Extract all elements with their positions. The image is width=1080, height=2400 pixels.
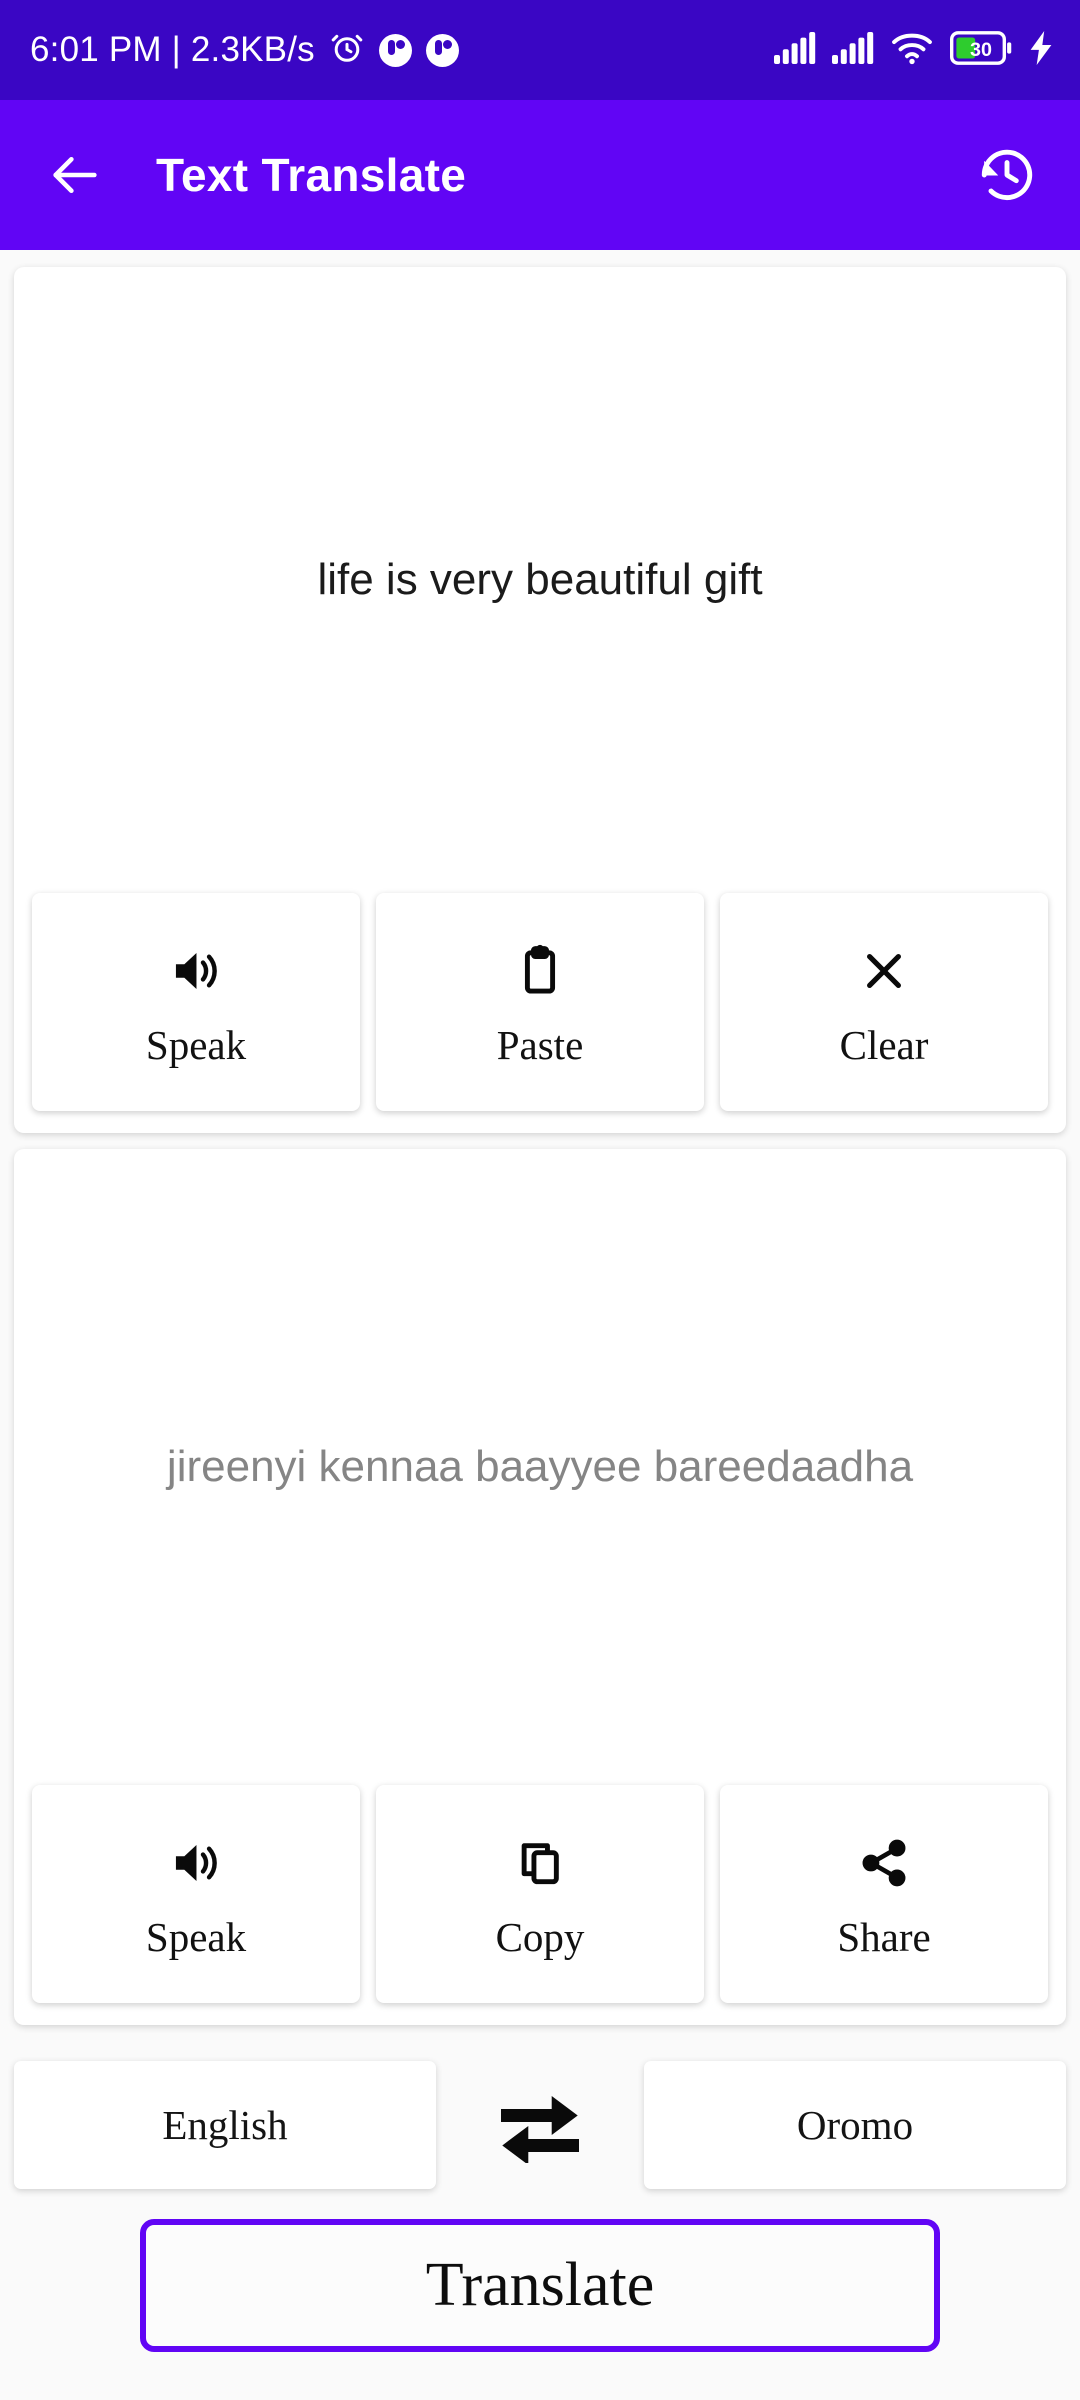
translate-button-wrap: Translate: [0, 2189, 1080, 2352]
translated-text-area: jireenyi kennaa baayyee bareedaadha: [14, 1149, 1066, 1785]
notification-badge-icon: [425, 33, 459, 67]
volume-up-icon: [168, 939, 224, 1003]
volume-up-icon: [168, 1831, 224, 1895]
status-bar-right: 30: [774, 30, 1054, 70]
notification-badge-icon: [378, 33, 412, 67]
page-title: Text Translate: [156, 149, 467, 201]
source-text-value: life is very beautiful gift: [317, 555, 763, 605]
action-label: Paste: [496, 1021, 584, 1068]
source-action-row: Speak Paste Clear: [14, 893, 1066, 1133]
action-label: Share: [837, 1913, 931, 1960]
history-icon[interactable]: [976, 144, 1038, 206]
translate-button-label: Translate: [425, 2251, 655, 2319]
translated-text-card: jireenyi kennaa baayyee bareedaadha Spea…: [14, 1149, 1066, 2025]
battery-level-text: 30: [970, 38, 992, 60]
status-bar: 6:01 PM | 2.3KB/s 30: [0, 0, 1080, 100]
language-selector-row: English Oromo: [0, 2061, 1080, 2189]
charging-bolt-icon: [1028, 30, 1054, 70]
source-language-label: English: [162, 2102, 288, 2148]
speak-source-button[interactable]: Speak: [32, 893, 360, 1111]
status-bar-time-and-speed: 6:01 PM | 2.3KB/s: [30, 30, 315, 69]
clear-button[interactable]: Clear: [720, 893, 1048, 1111]
status-bar-left: 6:01 PM | 2.3KB/s: [30, 30, 459, 71]
target-language-label: Oromo: [796, 2102, 914, 2148]
clipboard-icon: [512, 939, 568, 1003]
action-label: Speak: [145, 1021, 247, 1068]
source-language-selector[interactable]: English: [14, 2061, 436, 2189]
share-button[interactable]: Share: [720, 1785, 1048, 2003]
speak-translation-button[interactable]: Speak: [32, 1785, 360, 2003]
alarm-clock-icon: [329, 30, 365, 71]
bottom-spacer: [0, 2352, 1080, 2400]
battery-icon: 30: [949, 30, 1012, 70]
signal-bars-icon: [832, 31, 874, 69]
text-translate-screen: 6:01 PM | 2.3KB/s 30 Text Translate life…: [0, 0, 1080, 2400]
share-nodes-icon: [856, 1831, 912, 1895]
app-bar: Text Translate: [0, 100, 1080, 250]
translate-button[interactable]: Translate: [140, 2219, 940, 2352]
source-text-card: life is very beautiful gift Speak Paste …: [14, 267, 1066, 1133]
swap-languages-button[interactable]: [436, 2061, 644, 2189]
swap-arrows-icon: [494, 2085, 586, 2166]
action-label: Speak: [145, 1913, 247, 1960]
copy-button[interactable]: Copy: [376, 1785, 704, 2003]
wifi-icon: [890, 31, 934, 70]
back-arrow-icon[interactable]: [46, 146, 104, 204]
close-x-icon: [857, 939, 911, 1003]
translated-text-value: jireenyi kennaa baayyee bareedaadha: [166, 1442, 914, 1492]
copy-icon: [512, 1831, 568, 1895]
paste-button[interactable]: Paste: [376, 893, 704, 1111]
action-label: Copy: [495, 1913, 585, 1960]
source-text-input[interactable]: life is very beautiful gift: [14, 267, 1066, 893]
target-language-selector[interactable]: Oromo: [644, 2061, 1066, 2189]
action-label: Clear: [839, 1021, 929, 1068]
target-action-row: Speak Copy Share: [14, 1785, 1066, 2025]
signal-bars-icon: [774, 31, 816, 69]
